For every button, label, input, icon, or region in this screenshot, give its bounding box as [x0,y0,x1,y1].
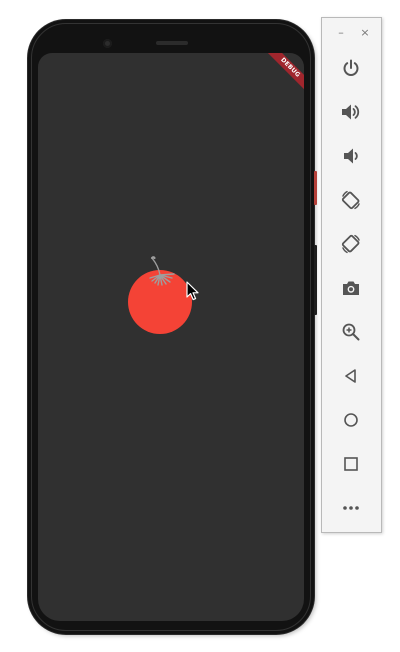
debug-banner: DEBUG [244,53,304,113]
phone-volume-button[interactable] [314,245,317,315]
phone-frame: DEBUG [28,20,314,634]
volume-down-button[interactable] [336,141,366,171]
speaker-grille [156,41,188,45]
zoom-in-icon [342,323,360,341]
window-controls: – × [322,26,381,40]
device-screen[interactable]: DEBUG [38,53,304,621]
tomato-stem-icon [149,256,175,286]
back-button[interactable] [336,361,366,391]
volume-up-icon [342,104,360,120]
more-button[interactable] [336,493,366,523]
zoom-button[interactable] [336,317,366,347]
overview-button[interactable] [336,449,366,479]
front-camera [103,39,112,48]
power-button[interactable] [336,53,366,83]
close-button[interactable]: × [358,26,372,40]
phone-power-button[interactable] [314,171,317,205]
volume-up-button[interactable] [336,97,366,127]
more-icon [343,506,359,510]
home-button[interactable] [336,405,366,435]
emulator-toolbar: – × [321,17,382,533]
rotate-left-icon [341,190,360,210]
home-icon [344,413,358,427]
mouse-pointer-icon [186,281,199,301]
rotate-right-button[interactable] [336,229,366,259]
overview-icon [344,457,358,471]
screenshot-button[interactable] [336,273,366,303]
rotate-right-icon [341,234,360,254]
power-icon [343,59,359,76]
camera-icon [343,281,359,295]
minimize-button[interactable]: – [334,26,348,40]
volume-down-icon [344,148,358,164]
debug-banner-label: DEBUG [263,53,304,95]
rotate-left-button[interactable] [336,185,366,215]
back-icon [345,369,356,383]
